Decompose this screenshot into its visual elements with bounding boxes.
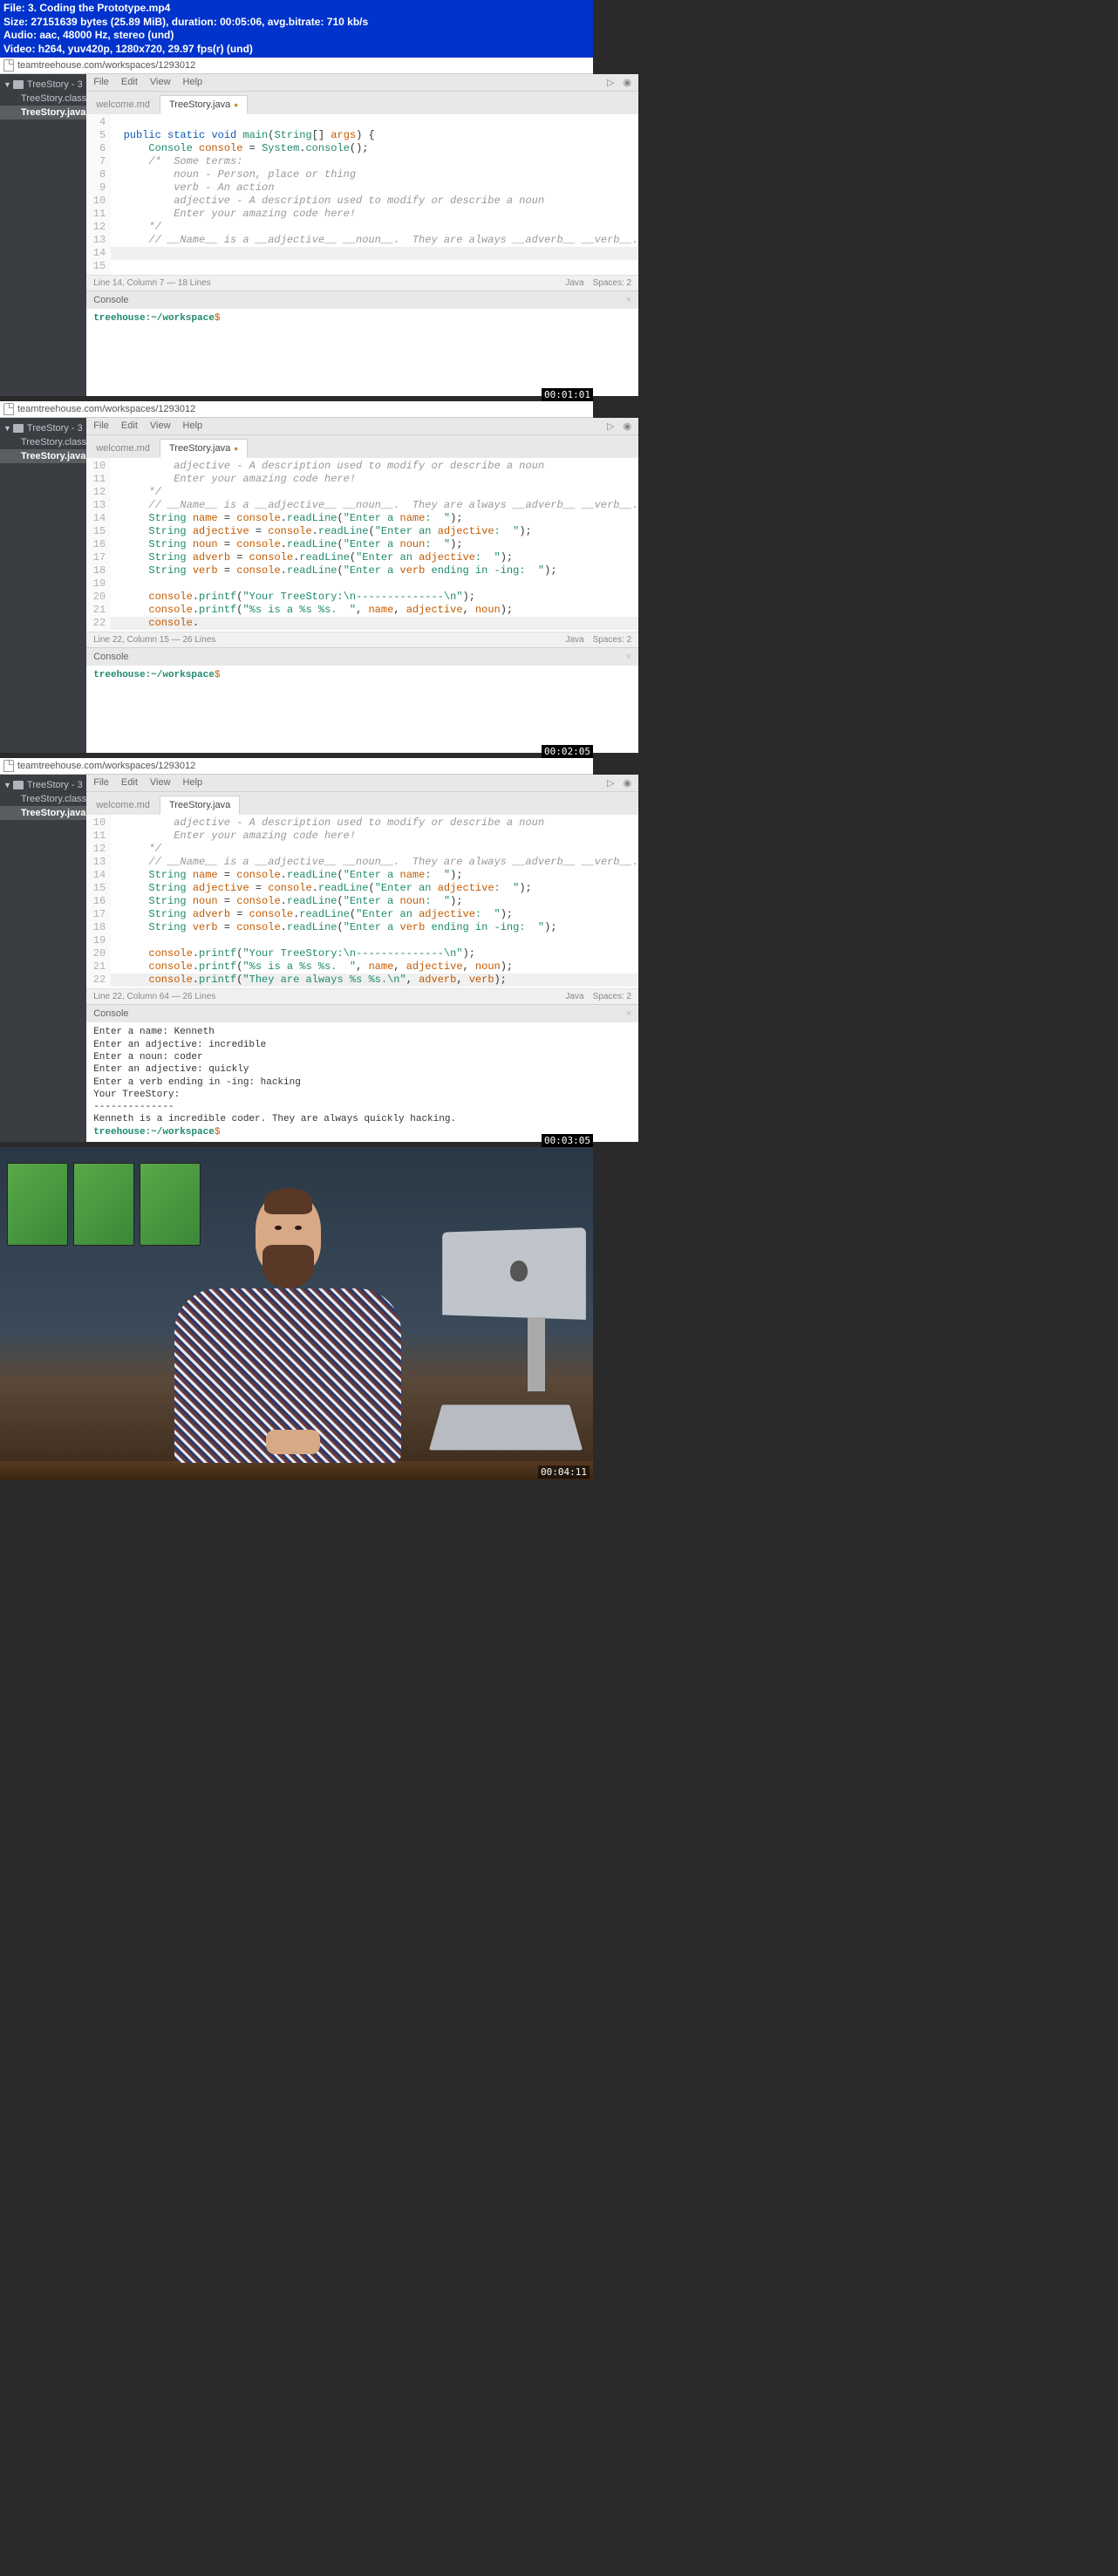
- timestamp-overlay: 00:03:05: [542, 1134, 593, 1147]
- timestamp-overlay: 00:04:11: [538, 1466, 590, 1479]
- url-text: teamtreehouse.com/workspaces/1293012: [17, 60, 195, 71]
- file-tree-item-active[interactable]: TreeStory.java: [0, 106, 86, 120]
- file-tree-sidebar[interactable]: ▼TreeStory - 3 TreeStory.class TreeStory…: [0, 418, 86, 753]
- menu-edit[interactable]: Edit: [121, 777, 138, 789]
- code-editor[interactable]: 10111213141516171819202122 adjective - A…: [86, 458, 638, 632]
- menu-edit[interactable]: Edit: [121, 420, 138, 432]
- desk-surface: [0, 1461, 593, 1480]
- run-icon[interactable]: ▷: [607, 420, 614, 432]
- menu-help[interactable]: Help: [183, 777, 203, 789]
- editor-status-bar: Line 22, Column 64 — 26 Lines JavaSpaces…: [86, 988, 638, 1004]
- video-frame: 00:04:11: [0, 1147, 593, 1480]
- page-icon: [3, 760, 14, 772]
- close-icon[interactable]: ×: [626, 1008, 631, 1019]
- tab-welcome[interactable]: welcome.md: [86, 439, 160, 458]
- laptop-stand: [429, 1404, 583, 1450]
- code-content[interactable]: adjective - A description used to modify…: [111, 458, 638, 632]
- project-folder[interactable]: ▼TreeStory - 3: [0, 78, 86, 92]
- editor-status-bar: Line 14, Column 7 — 18 Lines JavaSpaces:…: [86, 275, 638, 290]
- ide-frame-2: teamtreehouse.com/workspaces/1293012 ▼Tr…: [0, 401, 593, 753]
- menu-bar: File Edit View Help ▷ ◉: [86, 418, 638, 435]
- menu-help[interactable]: Help: [183, 420, 203, 432]
- ide-frame-1: teamtreehouse.com/workspaces/1293012 ▼Tr…: [0, 58, 593, 396]
- folder-icon: [13, 80, 24, 89]
- console-header: Console×: [86, 1004, 638, 1022]
- close-icon[interactable]: ×: [626, 295, 631, 305]
- url-bar[interactable]: teamtreehouse.com/workspaces/1293012: [0, 758, 593, 775]
- url-bar[interactable]: teamtreehouse.com/workspaces/1293012: [0, 401, 593, 418]
- ide-frame-3: teamtreehouse.com/workspaces/1293012 ▼Tr…: [0, 758, 593, 1142]
- file-tree-sidebar[interactable]: ▼TreeStory - 3 TreeStory.class TreeStory…: [0, 74, 86, 396]
- preview-icon[interactable]: ◉: [623, 777, 631, 789]
- menu-bar: File Edit View Help ▷ ◉: [86, 74, 638, 92]
- code-editor[interactable]: 456789101112131415 public static void ma…: [86, 114, 638, 275]
- project-folder[interactable]: ▼TreeStory - 3: [0, 778, 86, 792]
- folder-arrow-icon: ▼: [3, 80, 11, 89]
- menu-file[interactable]: File: [93, 77, 109, 88]
- console-panel[interactable]: Enter a name: KennethEnter an adjective:…: [86, 1022, 638, 1142]
- tab-treestory[interactable]: TreeStory.java: [160, 796, 240, 815]
- code-content[interactable]: adjective - A description used to modify…: [111, 815, 638, 988]
- console-panel[interactable]: treehouse:~/workspace$: [86, 309, 638, 396]
- timestamp-overlay: 00:01:01: [542, 388, 593, 401]
- menu-edit[interactable]: Edit: [121, 77, 138, 88]
- file-tree-item-active[interactable]: TreeStory.java: [0, 806, 86, 820]
- file-info-header: File: 3. Coding the Prototype.mp4 Size: …: [0, 0, 593, 58]
- menu-file[interactable]: File: [93, 420, 109, 432]
- url-bar[interactable]: teamtreehouse.com/workspaces/1293012: [0, 58, 593, 74]
- menu-view[interactable]: View: [150, 420, 171, 432]
- menu-view[interactable]: View: [150, 777, 171, 789]
- timestamp-overlay: 00:02:05: [542, 745, 593, 758]
- dirty-indicator-icon: •: [234, 98, 238, 112]
- console-header: Console×: [86, 647, 638, 666]
- page-icon: [3, 59, 14, 72]
- preview-icon[interactable]: ◉: [623, 420, 631, 432]
- apple-logo-icon: [510, 1261, 528, 1281]
- file-tree-item[interactable]: TreeStory.class: [0, 792, 86, 806]
- run-icon[interactable]: ▷: [607, 77, 614, 88]
- project-folder[interactable]: ▼TreeStory - 3: [0, 421, 86, 435]
- file-tree-sidebar[interactable]: ▼TreeStory - 3 TreeStory.class TreeStory…: [0, 775, 86, 1142]
- menu-file[interactable]: File: [93, 777, 109, 789]
- code-content[interactable]: public static void main(String[] args) {…: [111, 114, 638, 275]
- file-tree-item[interactable]: TreeStory.class: [0, 435, 86, 449]
- menu-help[interactable]: Help: [183, 77, 203, 88]
- line-gutter: 10111213141516171819202122: [86, 458, 111, 632]
- editor-status-bar: Line 22, Column 15 — 26 Lines JavaSpaces…: [86, 632, 638, 647]
- file-tree-item[interactable]: TreeStory.class: [0, 92, 86, 106]
- presenter: [166, 1192, 410, 1463]
- console-header: Console×: [86, 290, 638, 309]
- tab-welcome[interactable]: welcome.md: [86, 796, 160, 815]
- tab-treestory[interactable]: TreeStory.java•: [160, 439, 248, 458]
- editor-tabs: welcome.md TreeStory.java•: [86, 92, 638, 114]
- tab-welcome[interactable]: welcome.md: [86, 95, 160, 114]
- preview-icon[interactable]: ◉: [623, 77, 631, 88]
- file-tree-item-active[interactable]: TreeStory.java: [0, 449, 86, 463]
- line-gutter: 456789101112131415: [86, 114, 111, 275]
- run-icon[interactable]: ▷: [607, 777, 614, 789]
- menu-view[interactable]: View: [150, 77, 171, 88]
- menu-bar: File Edit View Help ▷ ◉: [86, 775, 638, 792]
- line-gutter: 10111213141516171819202122: [86, 815, 111, 988]
- console-panel[interactable]: treehouse:~/workspace$: [86, 666, 638, 753]
- code-editor[interactable]: 10111213141516171819202122 adjective - A…: [86, 815, 638, 988]
- close-icon[interactable]: ×: [626, 652, 631, 662]
- tab-treestory[interactable]: TreeStory.java•: [160, 95, 248, 114]
- page-icon: [3, 403, 14, 415]
